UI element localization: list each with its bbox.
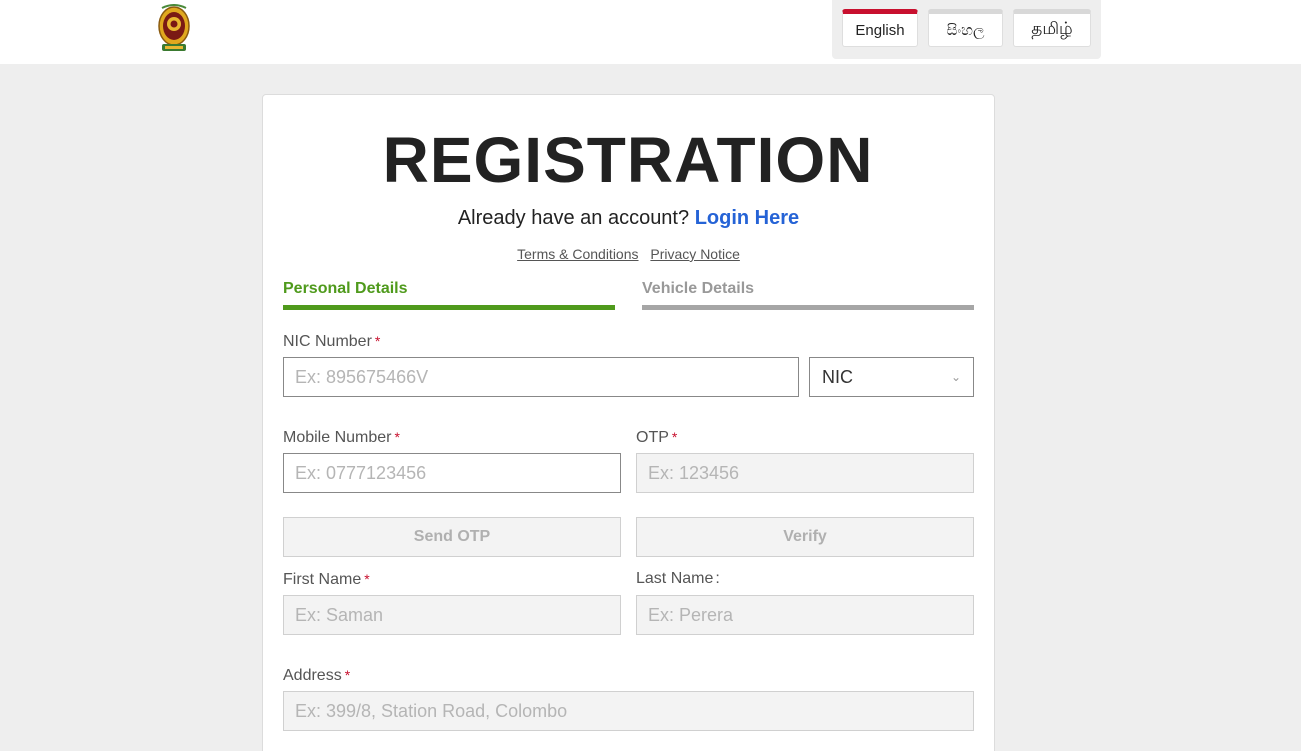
required-mark: *: [364, 571, 370, 587]
required-mark: *: [344, 667, 351, 683]
privacy-notice-link[interactable]: Privacy Notice: [650, 246, 739, 262]
address-label-text: Address: [283, 667, 342, 684]
language-switcher: English සිංහල தமிழ்: [832, 0, 1101, 59]
nic-number-label: NIC Number *: [283, 331, 380, 352]
id-type-selected-value: NIC: [822, 366, 853, 387]
last-name-input[interactable]: [636, 595, 974, 635]
tab-personal-details-label: Personal Details: [283, 280, 408, 297]
first-name-label-text: First Name: [283, 571, 362, 588]
tab-vehicle-details-label: Vehicle Details: [642, 280, 755, 297]
top-bar: English සිංහල தமிழ்: [0, 0, 1301, 64]
language-english-button[interactable]: English: [842, 9, 918, 47]
required-mark: *: [374, 333, 381, 349]
chevron-down-icon: ⌄: [950, 370, 961, 384]
nic-number-input[interactable]: [283, 357, 799, 397]
page-title: REGISTRATION: [382, 124, 874, 196]
national-emblem-icon: [158, 4, 190, 51]
last-name-colon: :: [715, 570, 720, 587]
last-name-label-text: Last Name: [636, 570, 714, 587]
otp-input[interactable]: [636, 453, 974, 493]
language-sinhala-button[interactable]: සිංහල: [928, 9, 1003, 47]
otp-label: OTP *: [636, 427, 677, 448]
mobile-number-label-text: Mobile Number: [283, 429, 392, 446]
mobile-number-label: Mobile Number *: [283, 427, 400, 448]
address-label: Address *: [283, 665, 350, 686]
address-input[interactable]: [283, 691, 974, 731]
required-mark: *: [671, 429, 678, 445]
terms-conditions-link[interactable]: Terms & Conditions: [517, 246, 638, 262]
id-type-select[interactable]: NIC ⌄: [809, 357, 974, 397]
language-tamil-button[interactable]: தமிழ்: [1013, 9, 1091, 47]
first-name-label: First Name *: [283, 569, 370, 590]
tab-personal-details[interactable]: Personal Details: [283, 280, 615, 310]
otp-label-text: OTP: [636, 429, 669, 446]
verify-button[interactable]: Verify: [636, 517, 974, 557]
first-name-input[interactable]: [283, 595, 621, 635]
tab-vehicle-details-indicator: [642, 305, 974, 310]
last-name-label: Last Name:: [636, 569, 720, 589]
send-otp-button[interactable]: Send OTP: [283, 517, 621, 557]
required-mark: *: [394, 429, 400, 445]
login-prompt-text: Already have an account?: [457, 207, 690, 229]
legal-links: Terms & Conditions Privacy Notice: [262, 245, 995, 263]
mobile-number-input[interactable]: [283, 453, 621, 493]
login-here-link[interactable]: Login Here: [695, 207, 799, 229]
tab-vehicle-details[interactable]: Vehicle Details: [642, 280, 974, 310]
nic-number-label-text: NIC Number: [283, 333, 372, 350]
tab-personal-details-indicator: [283, 305, 615, 310]
login-prompt: Already have an account? Login Here: [262, 205, 995, 231]
